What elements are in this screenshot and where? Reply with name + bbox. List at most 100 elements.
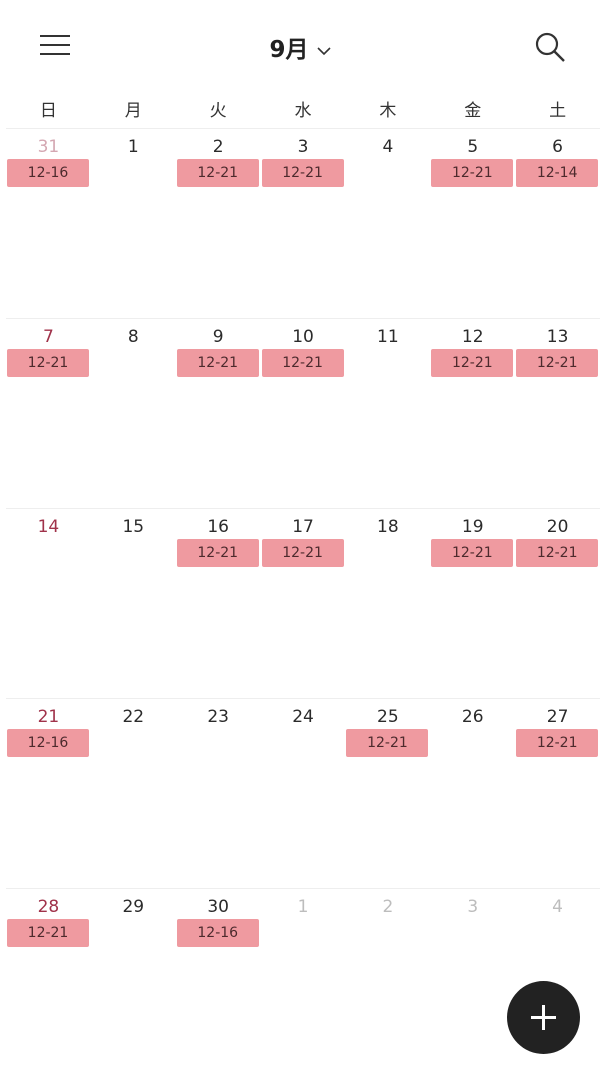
day-number: 17 (292, 517, 314, 537)
event-chip[interactable]: 12-21 (176, 349, 259, 377)
event-chip[interactable]: 12-21 (261, 349, 344, 377)
day-cell[interactable]: 15 (91, 509, 176, 699)
weekday-label: 日 (39, 101, 57, 121)
weekday-label: 木 (379, 101, 397, 121)
day-cell[interactable]: 16 12-21 (176, 509, 261, 699)
event-chip[interactable]: 12-21 (516, 539, 599, 567)
day-cell[interactable]: 6 12-14 (515, 129, 600, 319)
event-chip[interactable]: 12-21 (261, 539, 344, 567)
day-cell[interactable]: 1 (261, 889, 346, 1079)
event-chip[interactable]: 12-14 (516, 159, 599, 187)
day-cell[interactable]: 14 (6, 509, 91, 699)
week-row: 14 15 16 12-21 17 12-21 18 19 12-21 20 12-21 (6, 508, 600, 699)
day-number: 20 (546, 517, 569, 537)
day-cell[interactable]: 11 (345, 319, 430, 509)
day-cell[interactable]: 8 (91, 319, 176, 509)
week-row: 31 12-16 1 2 12-21 3 12-21 4 5 12-21 6 12-14 (6, 128, 600, 319)
day-number: 18 (377, 517, 399, 537)
day-number: 5 (467, 137, 479, 157)
day-number: 10 (292, 327, 314, 347)
day-cell[interactable]: 20 12-21 (515, 509, 600, 699)
event-chip[interactable]: 12-21 (516, 349, 599, 377)
day-number: 15 (122, 517, 145, 537)
day-number: 11 (377, 327, 399, 347)
week-row: 21 12-16 22 23 24 25 12-21 26 27 12-21 (6, 698, 600, 889)
day-cell[interactable]: 9 12-21 (176, 319, 261, 509)
event-chip[interactable]: 12-21 (346, 729, 429, 757)
day-number: 13 (546, 327, 569, 347)
day-number: 7 (43, 327, 54, 347)
day-cell[interactable]: 2 12-21 (176, 129, 261, 319)
event-chip[interactable]: 12-16 (7, 159, 89, 187)
event-chip[interactable]: 12-21 (261, 159, 344, 187)
day-number: 9 (212, 327, 224, 347)
search-button[interactable] (533, 30, 567, 64)
event-chip[interactable]: 12-16 (7, 729, 89, 757)
day-number: 31 (37, 137, 60, 157)
event-chip[interactable]: 12-21 (176, 159, 259, 187)
day-number: 27 (546, 707, 569, 727)
weekday-label: 水 (294, 101, 312, 121)
weekday-label: 金 (464, 101, 482, 121)
day-cell[interactable]: 19 12-21 (430, 509, 515, 699)
weekday-label: 月 (124, 101, 142, 121)
month-label: 9月 (269, 37, 309, 63)
plus-icon (531, 1005, 556, 1030)
day-cell[interactable]: 21 12-16 (6, 699, 91, 889)
day-number: 2 (212, 137, 224, 157)
day-cell[interactable]: 30 12-16 (176, 889, 261, 1079)
day-number: 21 (37, 707, 60, 727)
day-cell[interactable]: 7 12-21 (6, 319, 91, 509)
day-number: 3 (297, 137, 309, 157)
day-number: 22 (122, 707, 145, 727)
day-number: 8 (127, 327, 139, 347)
day-number: 30 (207, 897, 229, 917)
day-cell[interactable]: 5 12-21 (430, 129, 515, 319)
day-cell[interactable]: 25 12-21 (345, 699, 430, 889)
day-cell[interactable]: 29 (91, 889, 176, 1079)
event-chip[interactable]: 12-21 (516, 729, 599, 757)
day-cell[interactable]: 22 (91, 699, 176, 889)
day-cell[interactable]: 4 (345, 129, 430, 319)
day-number: 1 (297, 897, 309, 917)
day-cell[interactable]: 26 (430, 699, 515, 889)
day-cell[interactable]: 31 12-16 (6, 129, 91, 319)
day-cell[interactable]: 18 (345, 509, 430, 699)
event-chip[interactable]: 12-21 (431, 539, 514, 567)
day-number: 6 (552, 137, 563, 157)
day-cell[interactable]: 12 12-21 (430, 319, 515, 509)
event-chip[interactable]: 12-21 (176, 539, 259, 567)
day-number: 29 (122, 897, 145, 917)
event-chip[interactable]: 12-21 (7, 919, 89, 947)
day-number: 2 (382, 897, 394, 917)
day-number: 1 (127, 137, 139, 157)
day-cell[interactable]: 3 (430, 889, 515, 1079)
day-cell[interactable]: 2 (345, 889, 430, 1079)
day-cell[interactable]: 3 12-21 (261, 129, 346, 319)
day-number: 4 (382, 137, 394, 157)
event-chip[interactable]: 12-21 (7, 349, 89, 377)
day-cell[interactable]: 28 12-21 (6, 889, 91, 1079)
event-chip[interactable]: 12-21 (431, 159, 514, 187)
day-cell[interactable]: 27 12-21 (515, 699, 600, 889)
day-cell[interactable]: 24 (261, 699, 346, 889)
day-cell[interactable]: 10 12-21 (261, 319, 346, 509)
day-cell[interactable]: 13 12-21 (515, 319, 600, 509)
day-cell[interactable]: 1 (91, 129, 176, 319)
day-number: 19 (461, 517, 484, 537)
event-chip[interactable]: 12-16 (176, 919, 259, 947)
day-cell[interactable]: 17 12-21 (261, 509, 346, 699)
top-bar: 9月 (0, 0, 600, 92)
add-event-button[interactable] (507, 981, 580, 1054)
weekday-label: 火 (209, 101, 227, 121)
day-cell[interactable]: 23 (176, 699, 261, 889)
day-number: 12 (461, 327, 484, 347)
day-number: 3 (467, 897, 479, 917)
day-number: 24 (292, 707, 314, 727)
month-selector[interactable]: 9月 (0, 30, 600, 64)
week-row: 7 12-21 8 9 12-21 10 12-21 11 12 12-21 13 12-21 (6, 318, 600, 509)
day-number: 4 (552, 897, 563, 917)
event-chip[interactable]: 12-21 (431, 349, 514, 377)
weekday-header: 日月火水木金土 (6, 96, 600, 124)
day-number: 23 (207, 707, 229, 727)
